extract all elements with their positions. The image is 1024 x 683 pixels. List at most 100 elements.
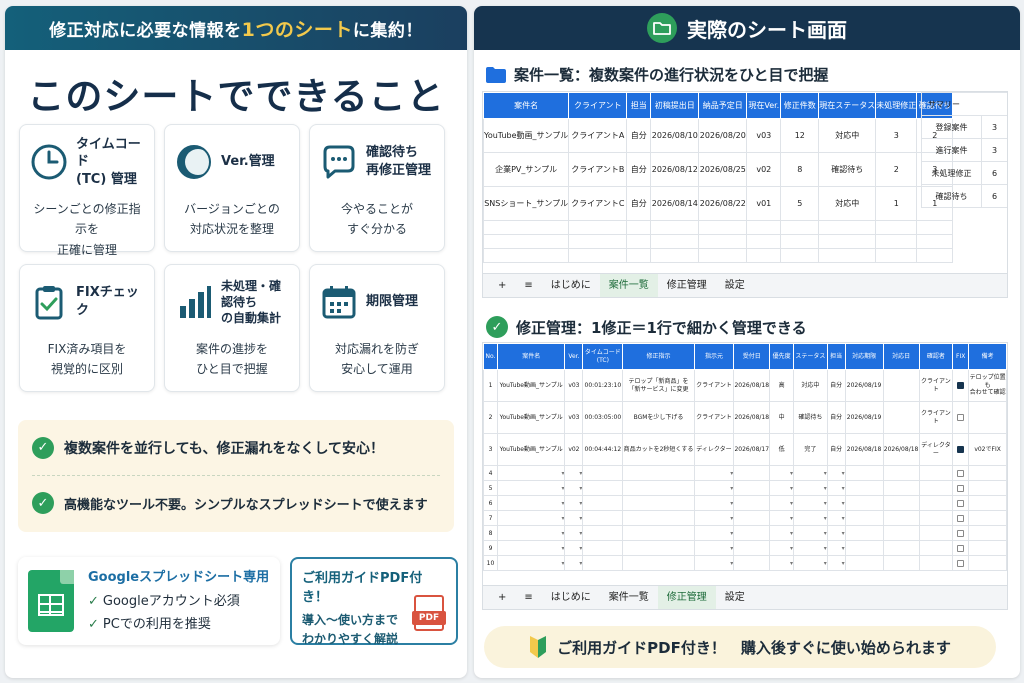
table-cell[interactable] [622, 495, 695, 511]
table-cell[interactable]: ▾ [793, 555, 828, 571]
table-cell[interactable]: 自分 [826, 433, 846, 466]
table-cell[interactable]: ▾ [826, 555, 846, 571]
table-cell[interactable] [968, 495, 1007, 511]
table-cell[interactable]: SNSショート_サンプル [483, 186, 570, 221]
table-cell[interactable] [582, 495, 624, 511]
table-cell[interactable] [968, 480, 1007, 496]
dropdown-arrow-icon[interactable]: ▾ [842, 530, 845, 537]
table-cell[interactable]: 確認待ち [818, 152, 877, 187]
table-cell[interactable]: 2026/08/20 [698, 118, 748, 153]
table-cell[interactable]: ▾ [826, 510, 846, 526]
table-cell[interactable]: 2026/08/19 [844, 401, 884, 434]
dropdown-arrow-icon[interactable]: ▾ [790, 560, 793, 567]
table-cell[interactable] [882, 401, 920, 434]
table-cell[interactable]: 対応中 [793, 369, 828, 402]
table-cell[interactable]: 企業PV_サンプル [483, 152, 570, 187]
fix-checkbox-cell[interactable] [952, 401, 970, 434]
table-cell[interactable]: ▾ [564, 555, 584, 571]
fix-checkbox[interactable] [957, 446, 965, 453]
table-cell[interactable]: ▾ [826, 465, 846, 481]
table-cell[interactable] [918, 510, 954, 526]
dropdown-arrow-icon[interactable]: ▾ [561, 545, 564, 552]
dropdown-arrow-icon[interactable]: ▾ [561, 560, 564, 567]
table-cell[interactable]: ▾ [496, 540, 566, 556]
dropdown-arrow-icon[interactable]: ▾ [824, 545, 827, 552]
table-cell[interactable]: 対応中 [818, 186, 877, 221]
table-cell[interactable]: 2026/08/22 [698, 186, 748, 221]
table-cell[interactable] [882, 510, 920, 526]
table-cell[interactable]: 2026/08/12 [650, 152, 700, 187]
table-cell[interactable]: 低 [769, 433, 795, 466]
table-cell[interactable]: ディレクター [693, 433, 735, 466]
table-cell[interactable]: 2026/08/18 [733, 369, 771, 402]
fix-checkbox[interactable] [957, 469, 965, 477]
table-cell[interactable]: ▾ [496, 495, 566, 511]
table-cell[interactable] [918, 525, 954, 541]
table-cell[interactable]: 2026/08/10 [650, 118, 700, 153]
table-cell[interactable]: YouTube動画_サンプル [496, 369, 566, 402]
table-cell[interactable] [568, 220, 628, 235]
sheet-tab[interactable]: 修正管理 [658, 274, 716, 298]
table-cell[interactable] [733, 465, 771, 481]
table-cell[interactable]: 2026/08/14 [650, 186, 700, 221]
table-cell[interactable] [875, 234, 918, 249]
table-cell[interactable]: クライアントA [568, 118, 628, 153]
empty-row[interactable] [483, 220, 954, 235]
table-cell[interactable]: 1 [483, 369, 498, 402]
table-cell[interactable] [844, 480, 884, 496]
table-cell[interactable] [650, 248, 700, 263]
dropdown-arrow-icon[interactable]: ▾ [730, 545, 733, 552]
table-cell[interactable]: 自分 [826, 369, 846, 402]
table-cell[interactable] [916, 234, 954, 249]
dropdown-arrow-icon[interactable]: ▾ [561, 500, 564, 507]
table-cell[interactable]: ▾ [769, 540, 795, 556]
sheet-tab[interactable]: 案件一覧 [599, 273, 658, 297]
table-cell[interactable] [844, 510, 884, 526]
table-cell[interactable]: ▾ [496, 465, 566, 481]
table-cell[interactable]: BGMを少し下げる [622, 401, 695, 434]
table-cell[interactable] [844, 540, 884, 556]
table-cell[interactable]: 自分 [626, 118, 652, 153]
table-cell[interactable]: 2026/08/18 [844, 433, 884, 466]
table-cell[interactable]: 00:01:23:10 [582, 369, 624, 402]
table-cell[interactable]: ▾ [826, 495, 846, 511]
empty-row[interactable] [483, 234, 954, 249]
table-cell[interactable]: 中 [769, 401, 795, 434]
table-cell[interactable]: ▾ [793, 510, 828, 526]
fix-checkbox[interactable] [957, 499, 965, 507]
table-cell[interactable] [818, 220, 877, 235]
table-cell[interactable] [818, 234, 877, 249]
table-cell[interactable]: ▾ [693, 495, 735, 511]
table-cell[interactable]: 自分 [826, 401, 846, 434]
table-cell[interactable]: ▾ [693, 555, 735, 571]
dropdown-arrow-icon[interactable]: ▾ [561, 485, 564, 492]
table-cell[interactable]: ▾ [496, 480, 566, 496]
table-cell[interactable] [916, 220, 954, 235]
dropdown-arrow-icon[interactable]: ▾ [579, 470, 582, 477]
dropdown-arrow-icon[interactable]: ▾ [561, 530, 564, 537]
table-cell[interactable]: ▾ [769, 495, 795, 511]
table-cell[interactable]: ▾ [793, 465, 828, 481]
empty-row[interactable]: 9 ▾ ▾ ▾ ▾ ▾ ▾ [483, 540, 1007, 556]
table-cell[interactable] [952, 540, 970, 556]
table-cell[interactable] [483, 220, 570, 235]
table-cell[interactable]: v03 [746, 118, 782, 153]
dropdown-arrow-icon[interactable]: ▾ [842, 560, 845, 567]
table-cell[interactable]: 自分 [626, 152, 652, 187]
dropdown-arrow-icon[interactable]: ▾ [824, 485, 827, 492]
table-cell[interactable]: テロップ「新商品」を 「新サービス」に変更 [622, 369, 695, 402]
fix-checkbox[interactable] [957, 544, 965, 552]
dropdown-arrow-icon[interactable]: ▾ [730, 485, 733, 492]
table-cell[interactable] [483, 248, 570, 263]
dropdown-arrow-icon[interactable]: ▾ [579, 545, 582, 552]
dropdown-arrow-icon[interactable]: ▾ [842, 470, 845, 477]
table-cell[interactable] [968, 525, 1007, 541]
dropdown-arrow-icon[interactable]: ▾ [790, 485, 793, 492]
table-cell[interactable]: 完了 [793, 433, 828, 466]
sheet-tab[interactable]: 修正管理 [657, 585, 716, 609]
table-cell[interactable] [733, 540, 771, 556]
table-cell[interactable]: クライアント [693, 401, 735, 434]
add-sheet-button[interactable]: + [489, 586, 515, 610]
table-cell[interactable] [918, 495, 954, 511]
dropdown-arrow-icon[interactable]: ▾ [842, 500, 845, 507]
